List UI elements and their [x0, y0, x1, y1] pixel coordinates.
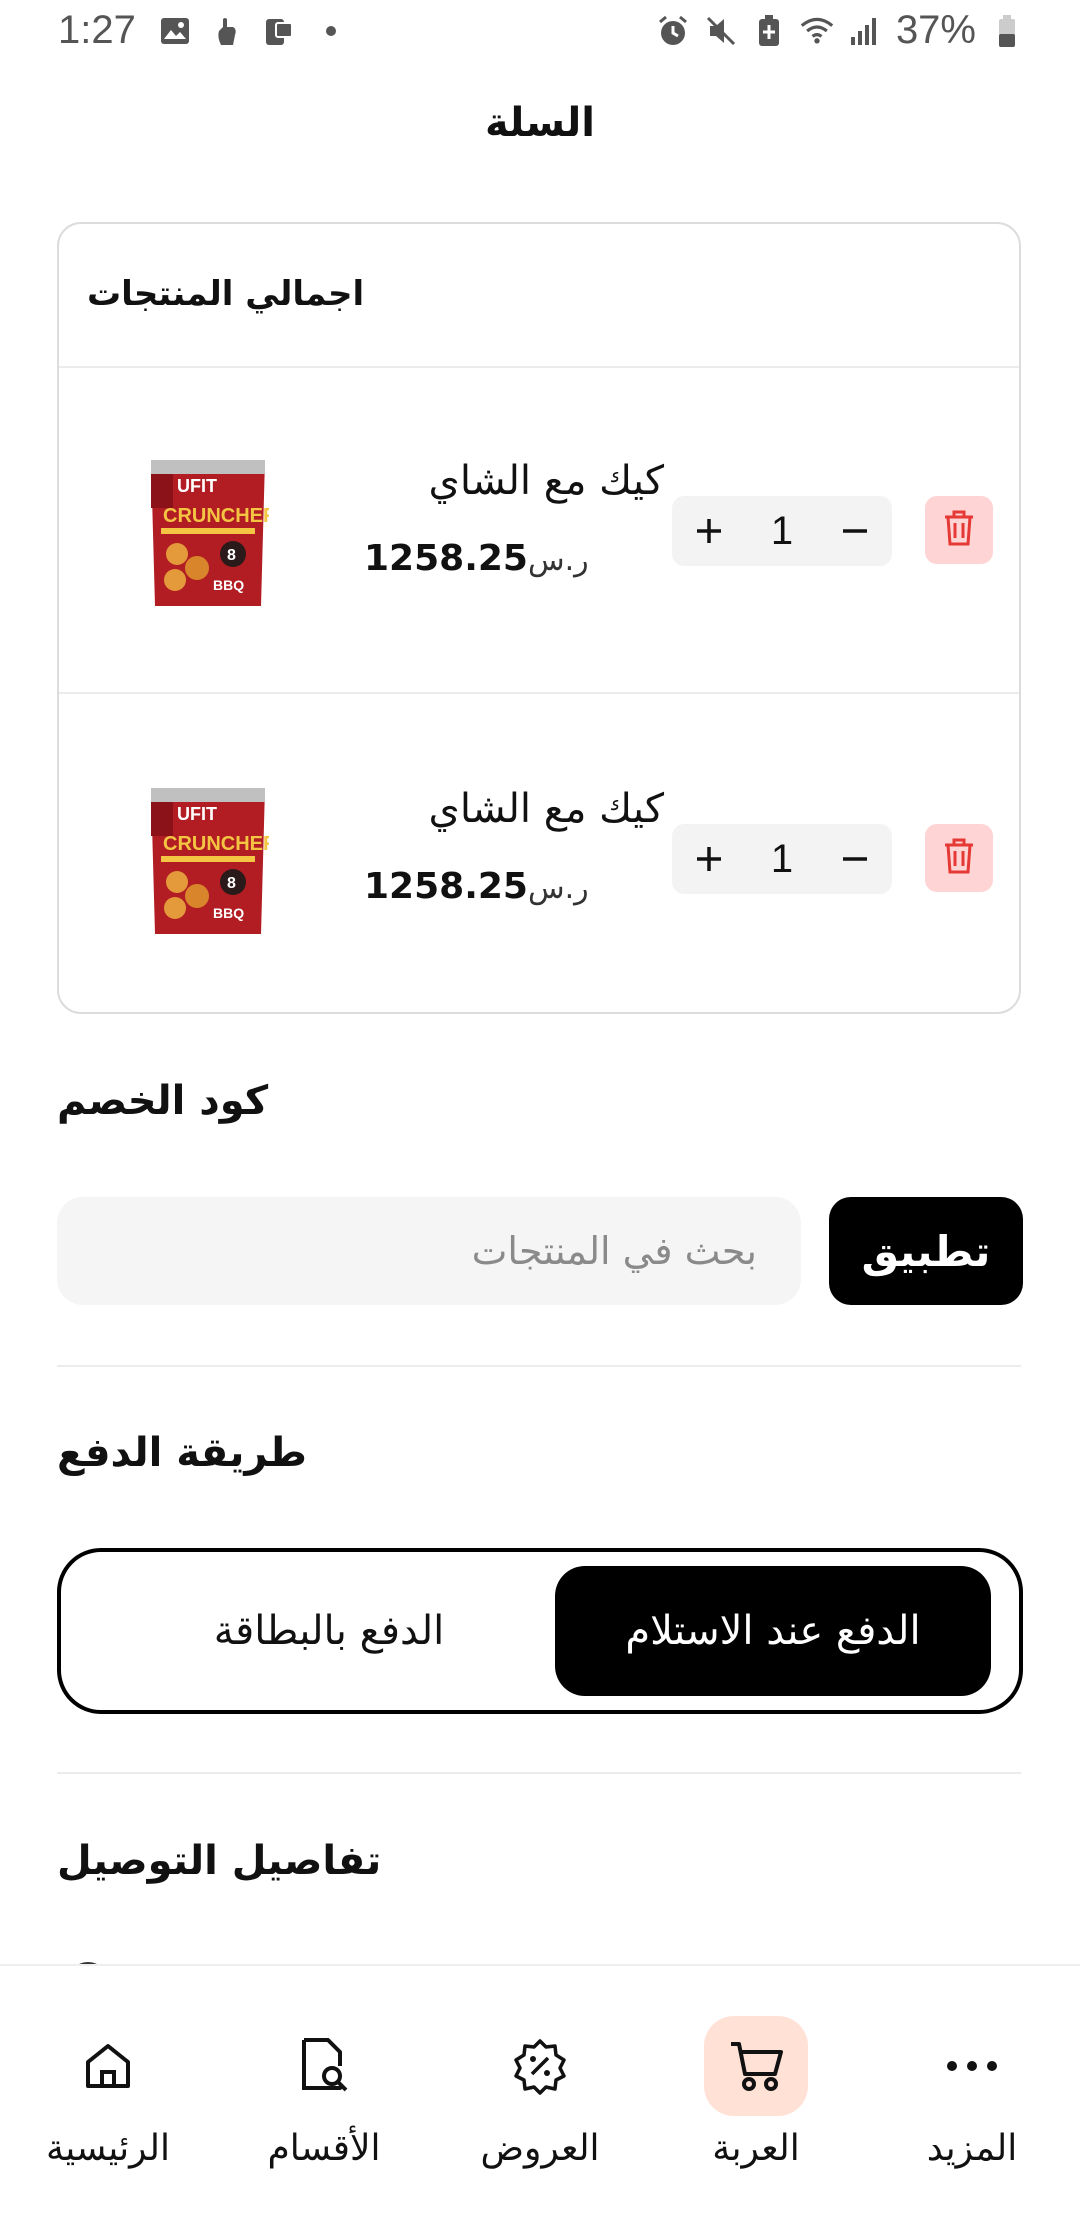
status-right-icons: 37%	[656, 8, 1024, 53]
divider	[57, 1772, 1021, 1774]
divider	[57, 1365, 1021, 1367]
currency-label: ر.س	[527, 871, 589, 906]
cart-icon	[704, 2016, 808, 2116]
apply-coupon-button[interactable]: تطبيق	[829, 1197, 1023, 1305]
delete-item-button[interactable]	[925, 824, 993, 892]
cart-card: اجمالي المنتجات UFIT CRUNCHERS 8 BBQ كيك…	[57, 222, 1021, 1014]
categories-icon	[272, 2016, 376, 2116]
payment-title: طريقة الدفع	[57, 1430, 307, 1476]
battery-icon	[990, 14, 1024, 48]
wifi-icon	[800, 14, 834, 48]
minus-icon[interactable]	[827, 831, 883, 887]
cart-item: UFIT CRUNCHERS 8 BBQ كيك مع الشاي ر.س125…	[59, 694, 1019, 1020]
product-image[interactable]: UFIT CRUNCHERS 8 BBQ	[147, 456, 291, 611]
alarm-icon	[656, 14, 690, 48]
minus-icon[interactable]	[827, 503, 883, 559]
svg-text:BBQ: BBQ	[213, 577, 244, 593]
nav-label: العروض	[480, 2128, 600, 2169]
product-name: كيك مع الشاي	[428, 458, 664, 504]
delete-item-button[interactable]	[925, 496, 993, 564]
svg-text:CRUNCHERS: CRUNCHERS	[163, 833, 269, 855]
gallery-icon	[158, 14, 192, 48]
product-price: ر.س1258.25	[364, 538, 597, 579]
page-title: السلة	[484, 100, 596, 146]
plus-icon[interactable]	[681, 831, 737, 887]
svg-text:CRUNCHERS: CRUNCHERS	[163, 505, 269, 527]
quantity-stepper: 1	[672, 824, 892, 894]
cart-item: UFIT CRUNCHERS 8 BBQ كيك مع الشاي ر.س125…	[59, 366, 1019, 694]
signal-icon	[848, 14, 882, 48]
quantity-stepper: 1	[672, 496, 892, 566]
status-left-icons	[158, 14, 348, 48]
nav-label: الرئيسية	[46, 2128, 170, 2169]
trash-icon	[942, 509, 976, 551]
nav-item-categories[interactable]: الأقسام	[244, 2016, 404, 2169]
coupon-title: كود الخصم	[57, 1078, 269, 1124]
dot-icon	[314, 14, 348, 48]
home-icon	[56, 2016, 160, 2116]
svg-text:UFIT: UFIT	[177, 804, 217, 824]
offers-icon	[488, 2016, 592, 2116]
bottom-navigation: الرئيسية الأقسام العروض العربة المزيد	[0, 1964, 1080, 2222]
nav-item-offers[interactable]: العروض	[460, 2016, 620, 2169]
nav-item-more[interactable]: المزيد	[892, 2016, 1052, 2169]
coupon-input[interactable]	[57, 1197, 801, 1305]
svg-text:8: 8	[227, 547, 236, 564]
nav-item-home[interactable]: الرئيسية	[28, 2016, 188, 2169]
currency-label: ر.س	[527, 543, 589, 578]
quantity-value: 1	[770, 836, 794, 881]
more-icon	[920, 2016, 1024, 2116]
cart-summary-label: اجمالي المنتجات	[87, 274, 365, 314]
product-price: ر.س1258.25	[364, 866, 597, 907]
cash-on-delivery-option[interactable]: الدفع عند الاستلام	[555, 1566, 991, 1696]
price-value: 1258.25	[364, 866, 528, 907]
battery-saver-icon	[752, 14, 786, 48]
trash-icon	[942, 837, 976, 879]
svg-text:UFIT: UFIT	[177, 476, 217, 496]
phone-transfer-icon	[262, 14, 296, 48]
price-value: 1258.25	[364, 538, 528, 579]
mute-icon	[704, 14, 738, 48]
status-time: 1:27	[58, 8, 136, 52]
nav-label: المزيد	[926, 2128, 1018, 2169]
delivery-title: تفاصيل التوصيل	[57, 1838, 382, 1884]
hand-icon	[210, 14, 244, 48]
pay-by-card-option[interactable]: الدفع بالبطاقة	[75, 1566, 583, 1696]
svg-text:BBQ: BBQ	[213, 905, 244, 921]
quantity-value: 1	[770, 508, 794, 553]
cart-card-header: اجمالي المنتجات	[59, 224, 1019, 368]
product-image[interactable]: UFIT CRUNCHERS 8 BBQ	[147, 784, 291, 939]
nav-item-cart[interactable]: العربة	[676, 2016, 836, 2169]
nav-label: الأقسام	[267, 2128, 381, 2169]
svg-text:8: 8	[227, 875, 236, 892]
product-name: كيك مع الشاي	[428, 786, 664, 832]
plus-icon[interactable]	[681, 503, 737, 559]
nav-label: العربة	[712, 2128, 800, 2169]
payment-method-toggle: الدفع بالبطاقة الدفع عند الاستلام	[57, 1548, 1023, 1714]
battery-percent: 37%	[895, 8, 976, 52]
